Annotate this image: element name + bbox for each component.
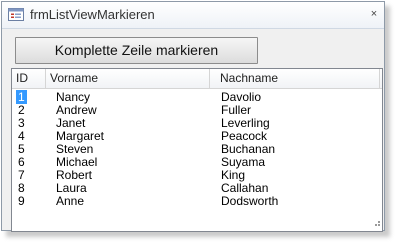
- list-item[interactable]: 9 Anne Dodsworth: [12, 195, 382, 208]
- form-window: frmListViewMarkieren × Komplette Zeile m…: [1, 1, 385, 232]
- select-full-row-button[interactable]: Komplette Zeile markieren: [15, 37, 258, 64]
- listview[interactable]: ID Vorname Nachname 1 Nancy Davolio 2 Andrew…: [11, 68, 383, 232]
- column-header-vorname[interactable]: Vorname: [46, 69, 210, 88]
- title-bar[interactable]: frmListViewMarkieren ×: [2, 2, 384, 29]
- cell-nachname: Dodsworth: [221, 194, 279, 208]
- column-header-id[interactable]: ID: [12, 69, 46, 88]
- window-title: frmListViewMarkieren: [30, 7, 155, 22]
- column-header-nachname[interactable]: Nachname: [216, 69, 380, 88]
- cell-id: 9: [18, 194, 25, 208]
- cell-vorname: Anne: [56, 194, 85, 208]
- listview-rows: 1 Nancy Davolio 2 Andrew Fuller 3 Janet Leverlin…: [12, 90, 382, 208]
- form-icon: [8, 8, 24, 21]
- close-icon[interactable]: ×: [368, 8, 380, 20]
- resize-grip-icon[interactable]: [371, 217, 381, 227]
- listview-header: ID Vorname Nachname: [12, 69, 382, 89]
